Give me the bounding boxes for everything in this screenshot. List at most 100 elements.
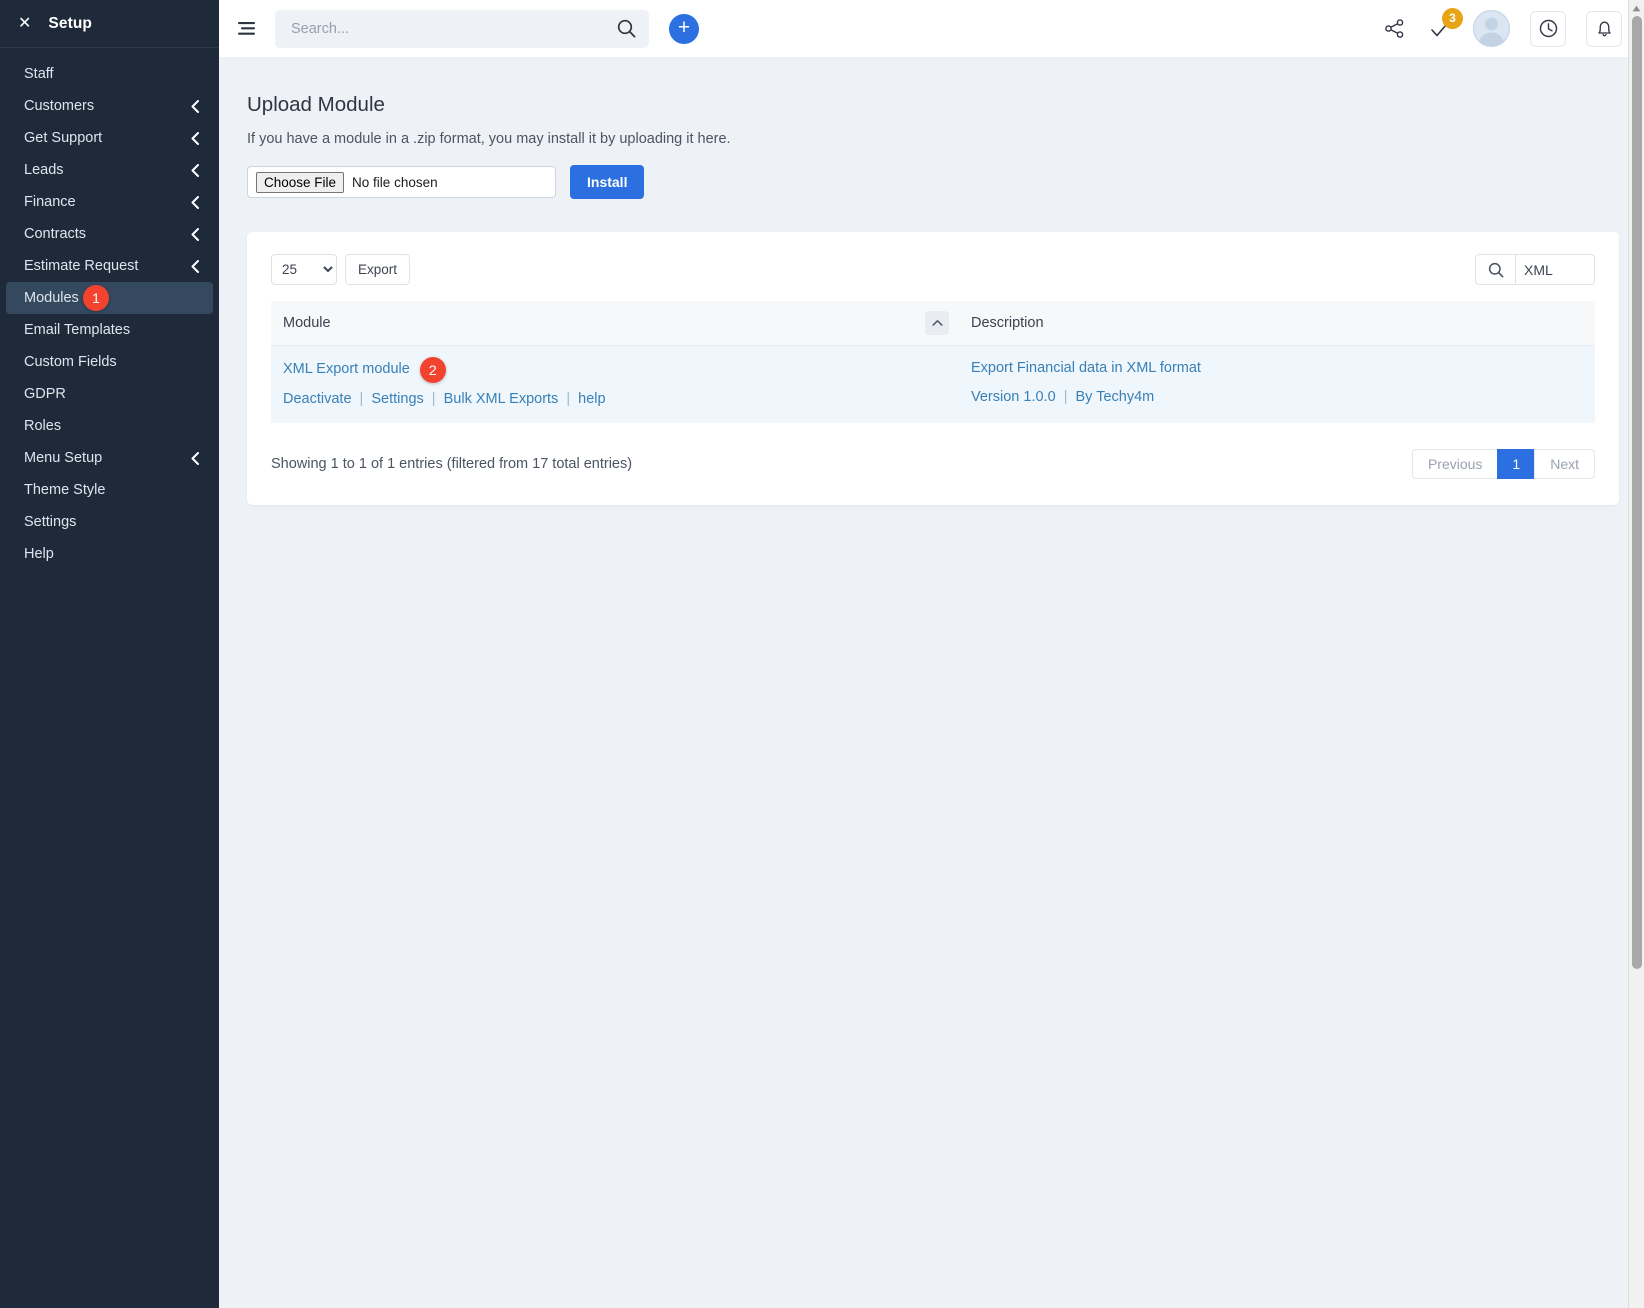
bulk-xml-exports-link[interactable]: Bulk XML Exports [444,391,559,407]
table-row: XML Export module 2 Deactivate | Setting… [271,346,1595,424]
annotation-marker-2: 2 [420,357,446,383]
annotation-marker-1: 1 [83,285,109,311]
choose-file-button[interactable]: Choose File [256,172,344,193]
app-root: ✕ Setup Staff Customers Get Support Lead… [0,0,1644,1308]
sidebar-item-custom-fields[interactable]: Custom Fields [6,346,213,378]
avatar[interactable] [1473,10,1510,47]
module-actions: Deactivate | Settings | Bulk XML Exports… [283,391,947,407]
table-toolbar: 25 Export [271,254,1595,285]
pagination: Previous 1 Next [1412,449,1595,479]
sidebar-item-label: Email Templates [24,322,199,338]
page-content: Upload Module If you have a module in a … [219,57,1644,505]
topbar: + 3 [219,0,1644,57]
sidebar-title: Setup [48,15,92,33]
separator: | [356,391,368,407]
share-icon[interactable] [1381,16,1407,42]
table-info: Showing 1 to 1 of 1 entries (filtered fr… [271,456,632,472]
export-button[interactable]: Export [345,254,410,285]
chevron-left-icon [191,228,199,241]
pagination-next[interactable]: Next [1534,449,1595,479]
bell-icon[interactable] [1586,11,1622,47]
clock-icon[interactable] [1530,11,1566,47]
scrollbar-thumb[interactable] [1632,16,1642,969]
sidebar-nav: Staff Customers Get Support Leads Financ… [0,48,219,570]
chevron-left-icon [191,260,199,273]
module-version[interactable]: Version 1.0.0 [971,389,1056,405]
page-subtitle: If you have a module in a .zip format, y… [247,131,1644,147]
pagination-previous[interactable]: Previous [1412,449,1497,479]
module-description-text[interactable]: Export Financial data in XML format [971,360,1201,376]
sidebar-item-roles[interactable]: Roles [6,410,213,442]
add-new-button[interactable]: + [669,14,699,44]
sidebar-item-label: Settings [24,514,199,530]
sidebar-item-label: Leads [24,162,191,178]
sidebar-item-email-templates[interactable]: Email Templates [6,314,213,346]
sidebar-item-customers[interactable]: Customers [6,90,213,122]
module-name-link[interactable]: XML Export module [283,361,410,377]
help-link[interactable]: help [578,391,605,407]
chevron-left-icon [191,452,199,465]
sidebar-item-label: Roles [24,418,199,434]
topbar-actions: 3 [1381,10,1622,47]
sidebar-item-label: Finance [24,194,191,210]
sidebar-item-menu-setup[interactable]: Menu Setup [6,442,213,474]
pagination-page-1[interactable]: 1 [1497,449,1534,479]
column-header-description[interactable]: Description [959,301,1595,346]
sidebar-item-label: Modules [24,290,199,306]
table-search [1475,254,1595,285]
main-area: + 3 [219,0,1644,1308]
sidebar-item-help[interactable]: Help [6,538,213,570]
sidebar-item-finance[interactable]: Finance [6,186,213,218]
sidebar-item-estimate-request[interactable]: Estimate Request [6,250,213,282]
sidebar-item-settings[interactable]: Settings [6,506,213,538]
sidebar-header: ✕ Setup [0,0,219,48]
module-name-wrap: XML Export module 2 [283,361,410,377]
todo-checkmark-icon[interactable]: 3 [1427,16,1453,42]
file-input[interactable]: Choose File No file chosen [247,166,556,198]
cell-description: Export Financial data in XML format Vers… [959,346,1595,424]
global-search[interactable] [275,10,649,48]
sidebar-item-staff[interactable]: Staff [6,58,213,90]
scroll-up-arrow-icon[interactable] [1629,0,1644,16]
sidebar-item-label: Help [24,546,199,562]
todo-count-badge: 3 [1442,8,1463,29]
sidebar-item-leads[interactable]: Leads [6,154,213,186]
page-length-select[interactable]: 25 [271,254,337,285]
separator: | [1060,389,1072,405]
sidebar-item-get-support[interactable]: Get Support [6,122,213,154]
close-icon[interactable]: ✕ [18,16,31,32]
sidebar-item-gdpr[interactable]: GDPR [6,378,213,410]
sidebar-item-label: Customers [24,98,191,114]
hamburger-icon[interactable] [233,15,261,43]
column-header-module[interactable]: Module [271,301,959,346]
sidebar-item-contracts[interactable]: Contracts [6,218,213,250]
search-icon[interactable] [615,18,637,40]
install-button[interactable]: Install [570,165,644,199]
table-header-row: Module Description [271,301,1595,346]
settings-link[interactable]: Settings [371,391,423,407]
sidebar-item-label: Get Support [24,130,191,146]
sidebar-item-label: Contracts [24,226,191,242]
deactivate-link[interactable]: Deactivate [283,391,352,407]
separator: | [428,391,440,407]
search-icon[interactable] [1475,254,1515,285]
table-search-input[interactable] [1515,254,1595,285]
module-description: Export Financial data in XML format [971,360,1583,376]
module-author[interactable]: By Techy4m [1076,389,1155,405]
sidebar-item-label: Theme Style [24,482,199,498]
chevron-left-icon [191,100,199,113]
chevron-left-icon [191,132,199,145]
table-body: XML Export module 2 Deactivate | Setting… [271,346,1595,424]
sidebar-item-modules[interactable]: Modules 1 [6,282,213,314]
file-name-label: No file chosen [352,175,438,190]
chevron-up-icon[interactable] [925,311,949,335]
sidebar-item-label: Custom Fields [24,354,199,370]
sidebar-item-label: GDPR [24,386,199,402]
sidebar-item-label: Menu Setup [24,450,191,466]
page-scrollbar[interactable] [1628,0,1644,1308]
search-input[interactable] [291,21,615,37]
page-title: Upload Module [247,93,1644,117]
table-footer: Showing 1 to 1 of 1 entries (filtered fr… [271,449,1595,479]
sidebar-item-theme-style[interactable]: Theme Style [6,474,213,506]
chevron-left-icon [191,196,199,209]
